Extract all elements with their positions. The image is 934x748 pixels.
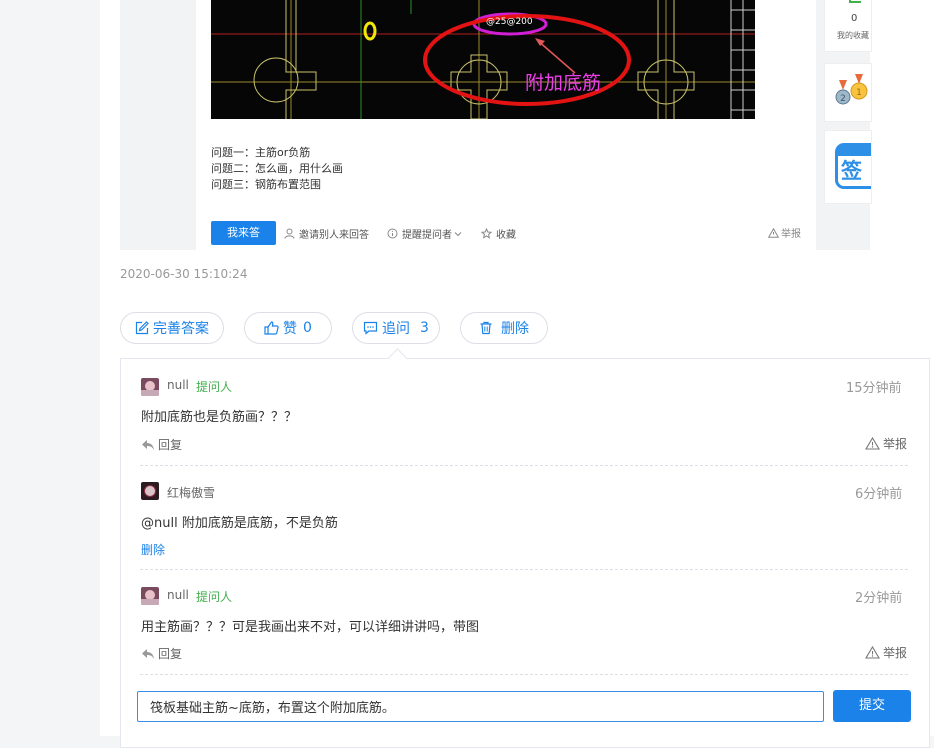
- delete-comment-button[interactable]: 删除: [141, 541, 165, 558]
- favorites-count: 0: [851, 13, 858, 24]
- question-lines: 问题一：主筋or负筋 问题二：怎么画，用什么画 问题三：钢筋布置范围: [211, 145, 343, 193]
- remind-asker-button[interactable]: 提醒提问者: [387, 226, 466, 241]
- delete-answer-label: 删除: [501, 321, 529, 337]
- embed-report-label: 举报: [781, 229, 801, 240]
- report-button[interactable]: 举报: [865, 644, 907, 661]
- asker-tag: 提问人: [196, 590, 233, 604]
- reply-input[interactable]: [137, 691, 824, 722]
- question-line: 问题一：主筋or负筋: [211, 146, 311, 159]
- comment-time: 2分钟前: [855, 591, 903, 606]
- reply-label: 回复: [158, 647, 183, 661]
- avatar[interactable]: [141, 378, 159, 396]
- reply-label: 回复: [158, 438, 183, 452]
- cad-annotation-label: 附加底筋: [525, 72, 602, 94]
- info-icon: [387, 228, 398, 239]
- favorites-icon: [849, 0, 861, 3]
- comment-time: 15分钟前: [846, 381, 902, 396]
- favorites-label: 我的收藏: [837, 31, 869, 40]
- reply-icon: [142, 439, 154, 450]
- comment-icon: [363, 321, 378, 335]
- reply-icon: [142, 648, 154, 659]
- delete-answer-button[interactable]: 删除: [460, 312, 548, 344]
- cad-drawing-image: [211, 0, 755, 119]
- comment-divider: [140, 465, 908, 466]
- star-icon: [481, 228, 492, 239]
- chevron-down-icon: [454, 231, 462, 236]
- followup-count: 3: [420, 320, 429, 336]
- question-line: 问题三：钢筋布置范围: [211, 178, 321, 191]
- sign-in-label: 签: [841, 159, 862, 183]
- favorites-box[interactable]: 0 我的收藏: [824, 0, 872, 52]
- question-line: 问题二：怎么画，用什么画: [211, 162, 343, 175]
- report-button[interactable]: 举报: [865, 435, 907, 452]
- sign-in-box[interactable]: 签: [824, 130, 872, 204]
- asker-tag: 提问人: [196, 380, 233, 394]
- warning-icon: [768, 227, 779, 238]
- followup-button[interactable]: 追问 3: [352, 312, 440, 344]
- trash-icon: [480, 321, 492, 335]
- edit-icon: [135, 321, 149, 335]
- improve-answer-button[interactable]: 完善答案: [120, 312, 224, 344]
- medals-box[interactable]: 2 1: [824, 63, 872, 122]
- followup-label: 追问: [382, 321, 411, 337]
- svg-text:1: 1: [856, 88, 862, 98]
- favorite-button[interactable]: 收藏: [481, 226, 516, 241]
- invite-answer-button[interactable]: 邀请别人来回答: [284, 226, 369, 241]
- svg-text:2: 2: [840, 94, 846, 104]
- reply-button[interactable]: 回复: [141, 645, 182, 662]
- comment-author[interactable]: null: [167, 588, 189, 602]
- medal-icon: 2 1: [835, 74, 868, 105]
- user-icon: [284, 228, 295, 239]
- report-label: 举报: [883, 437, 908, 451]
- like-label: 赞: [283, 321, 298, 337]
- submit-button[interactable]: 提交: [833, 690, 911, 722]
- warning-icon: [865, 437, 880, 450]
- thumbs-up-icon: [264, 321, 279, 335]
- comment-divider: [140, 674, 908, 675]
- warning-icon: [865, 646, 880, 659]
- comment-text: 附加底筋也是负筋画？？？: [141, 410, 298, 425]
- right-sidebar: 0 我的收藏 2 1 签: [824, 0, 872, 250]
- report-label: 举报: [883, 646, 908, 660]
- improve-answer-label: 完善答案: [153, 321, 209, 337]
- like-button[interactable]: 赞 0: [244, 312, 332, 344]
- comment-text: @null 附加底筋是底筋，不是负筋: [141, 516, 338, 531]
- remind-asker-label: 提醒提问者: [402, 230, 452, 241]
- answer-timestamp: 2020-06-30 15:10:24: [120, 267, 248, 281]
- embed-report-button[interactable]: 举报: [768, 225, 801, 240]
- comment-text: 用主筋画？？？可是我画出来不对，可以详细讲讲吗，带图: [141, 620, 480, 635]
- invite-answer-label: 邀请别人来回答: [299, 230, 369, 241]
- comment-author[interactable]: 红梅傲雪: [167, 484, 215, 501]
- like-count: 0: [303, 320, 312, 336]
- calendar-icon: 签: [835, 143, 871, 189]
- avatar[interactable]: [141, 482, 159, 500]
- answer-button[interactable]: 我来答: [211, 221, 276, 245]
- comment-divider: [140, 569, 908, 570]
- reply-button[interactable]: 回复: [141, 436, 182, 453]
- comment-time: 6分钟前: [855, 487, 903, 502]
- avatar[interactable]: [141, 587, 159, 605]
- cad-rebar-label: @25@200: [486, 17, 533, 27]
- comment-author[interactable]: null: [167, 378, 189, 392]
- favorite-label: 收藏: [496, 230, 516, 241]
